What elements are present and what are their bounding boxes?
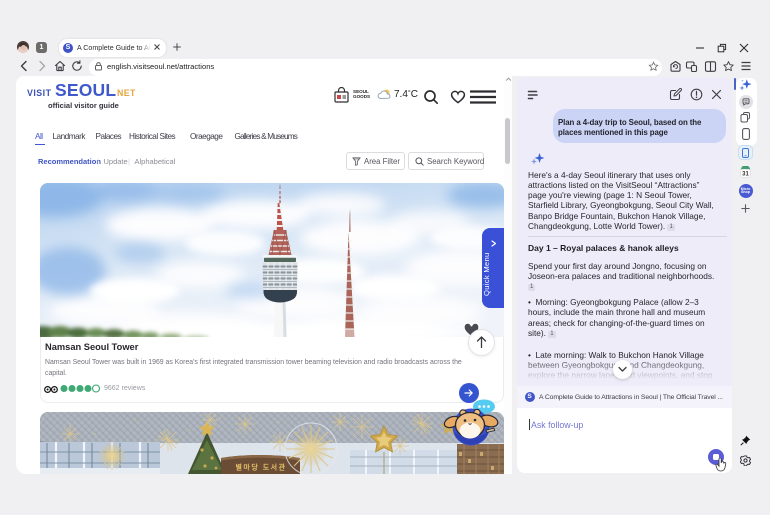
svg-text:별마당 도서관: 별마당 도서관: [235, 463, 286, 472]
svg-text:31: 31: [742, 172, 749, 178]
